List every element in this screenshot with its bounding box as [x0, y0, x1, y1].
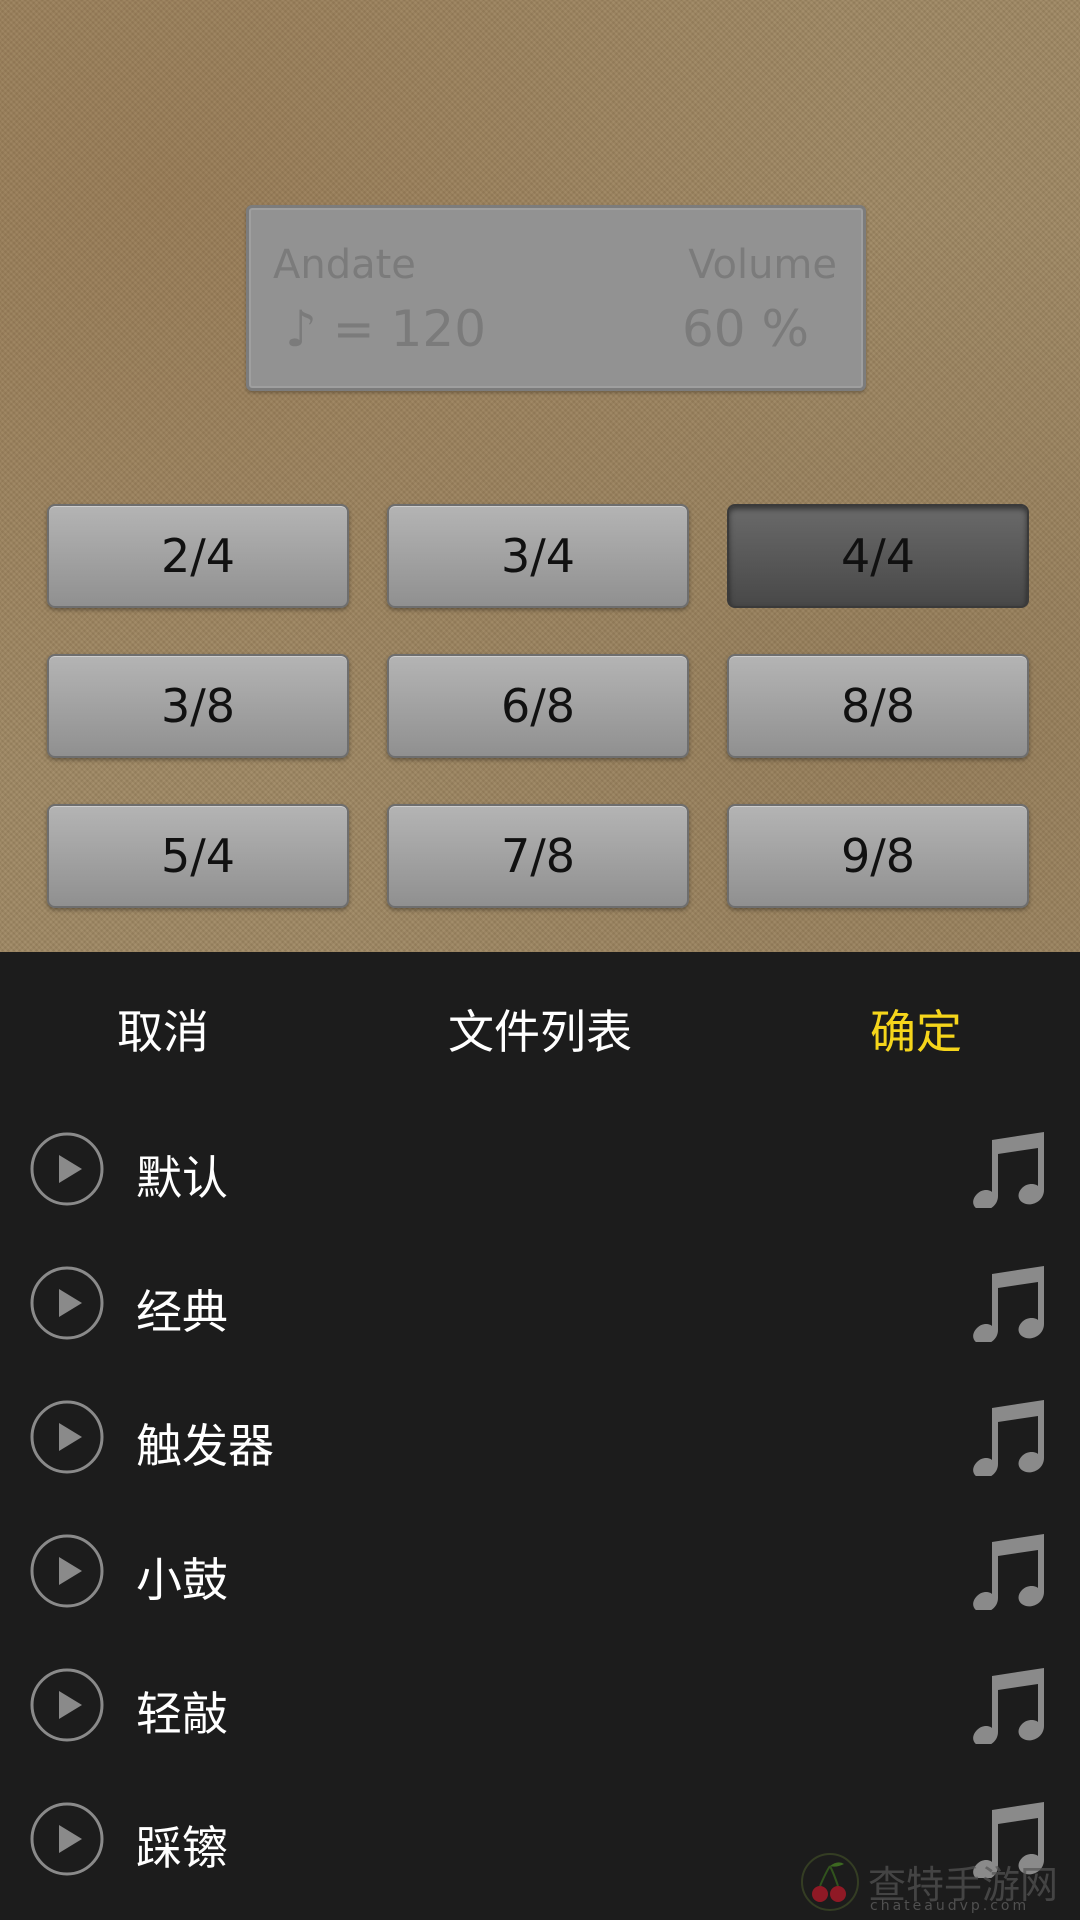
time-signature-button[interactable]: 8/8	[727, 654, 1029, 758]
time-signature-button[interactable]: 2/4	[47, 504, 349, 608]
confirm-button[interactable]: 确定	[870, 996, 962, 1062]
file-list-item[interactable]: 默认	[0, 1102, 1080, 1236]
time-signature-button[interactable]: 5/4	[47, 804, 349, 908]
music-note-icon	[973, 1132, 1044, 1208]
tempo-volume-display: Andate Volume ♪ = 120 60 %	[246, 205, 866, 391]
time-signature-button[interactable]: 7/8	[387, 804, 689, 908]
music-note-icon	[973, 1266, 1044, 1342]
file-list-item[interactable]: 小鼓	[0, 1504, 1080, 1638]
play-icon[interactable]	[30, 1668, 104, 1742]
file-name: 小鼓	[136, 1553, 228, 1607]
music-note-icon	[973, 1534, 1044, 1610]
time-signature-button[interactable]: 3/4	[387, 504, 689, 608]
sheet-header: 文件列表 取消 确定	[0, 952, 1080, 1082]
file-name: 轻敲	[136, 1687, 228, 1741]
metronome-panel: Andate Volume ♪ = 120 60 % 2/4 3/4 4/4 3…	[0, 0, 1080, 952]
file-name: 踩镲	[136, 1821, 228, 1875]
tempo-value: ♪ = 120	[285, 300, 487, 358]
file-list-item[interactable]: 轻敲	[0, 1638, 1080, 1772]
time-signature-button[interactable]: 9/8	[727, 804, 1029, 908]
file-name: 默认	[136, 1151, 228, 1205]
file-list-item[interactable]: 触发器	[0, 1370, 1080, 1504]
file-name: 触发器	[136, 1419, 274, 1473]
play-icon[interactable]	[30, 1266, 104, 1340]
watermark: 查特手游网 chateaudvp.com	[800, 1852, 1070, 1916]
time-signature-button[interactable]: 6/8	[387, 654, 689, 758]
cherry-logo-icon	[801, 1853, 859, 1911]
play-icon[interactable]	[30, 1802, 104, 1876]
time-signature-button[interactable]: 3/8	[47, 654, 349, 758]
music-note-icon	[973, 1400, 1044, 1476]
file-name: 经典	[136, 1285, 228, 1339]
file-list-sheet: 文件列表 取消 确定 默认 经典 触发器 小鼓 轻敲 踩镲	[0, 952, 1080, 1920]
volume-value: 60 %	[681, 300, 809, 358]
volume-label: Volume	[688, 242, 837, 288]
play-icon[interactable]	[30, 1132, 104, 1206]
file-list-item[interactable]: 经典	[0, 1236, 1080, 1370]
cancel-button[interactable]: 取消	[117, 996, 209, 1062]
watermark-url: chateaudvp.com	[870, 1898, 1030, 1914]
play-icon[interactable]	[30, 1534, 104, 1608]
play-icon[interactable]	[30, 1400, 104, 1474]
tempo-label: Andate	[273, 242, 416, 288]
time-signature-button[interactable]: 4/4	[727, 504, 1029, 608]
music-note-icon	[973, 1668, 1044, 1744]
